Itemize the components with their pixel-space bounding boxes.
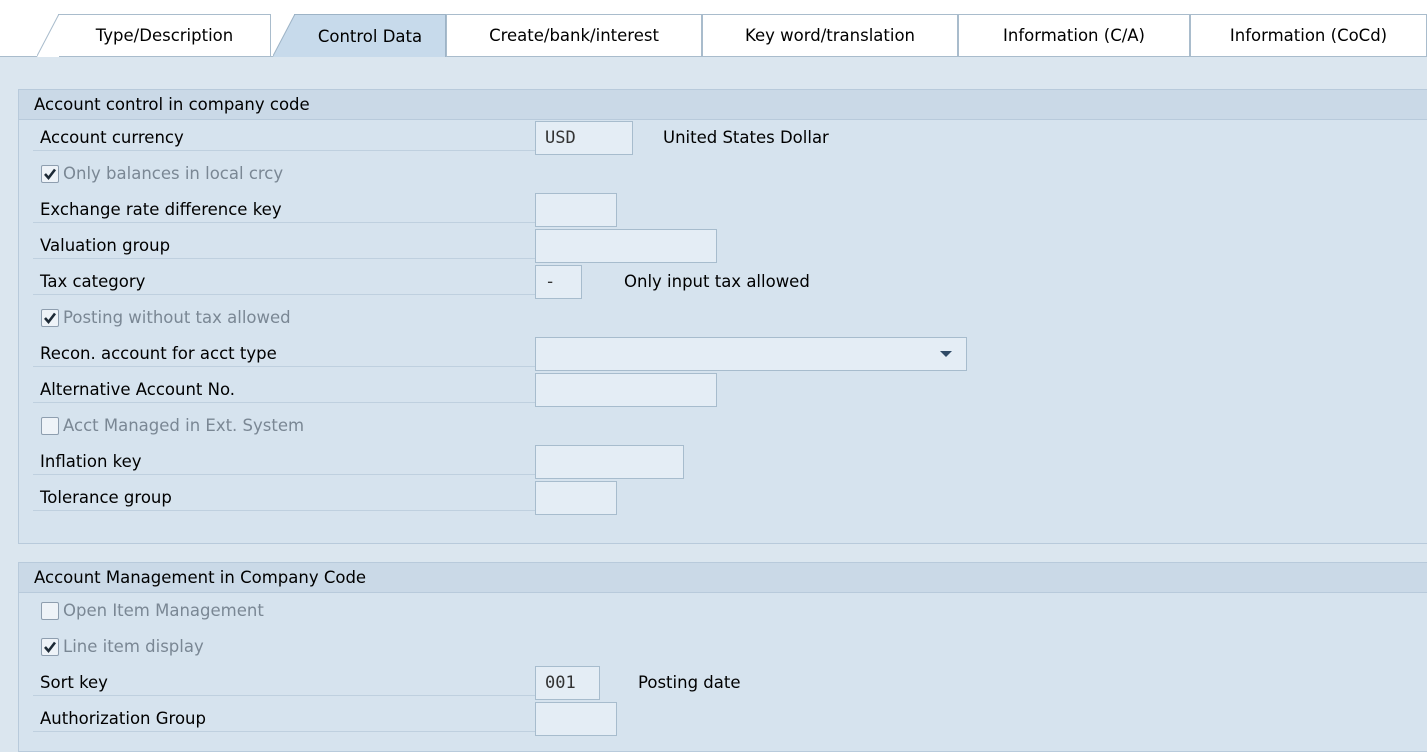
tab-control-data[interactable]: Control Data <box>273 14 446 57</box>
tab-slant <box>37 14 59 57</box>
alternative-account-label: Alternative Account No. <box>33 377 535 403</box>
sort-key-field[interactable]: 001 <box>535 666 600 700</box>
tab-information-cocd[interactable]: Information (CoCd) <box>1190 14 1427 56</box>
section-title: Account Management in Company Code <box>19 563 1427 593</box>
tax-category-field[interactable]: - <box>535 265 582 299</box>
exchange-rate-key-row: Exchange rate difference key <box>33 192 1427 228</box>
open-item-mgmt-label: Open Item Management <box>63 601 264 620</box>
account-currency-label: Account currency <box>33 125 535 151</box>
checkmark-icon <box>44 312 57 325</box>
checkmark-icon <box>44 641 57 654</box>
tab-label: Create/bank/interest <box>489 26 659 45</box>
section-title: Account control in company code <box>19 90 1427 120</box>
recon-account-row: Recon. account for acct type <box>33 336 1427 372</box>
inflation-key-label: Inflation key <box>33 449 535 475</box>
exchange-rate-key-field[interactable] <box>535 193 617 227</box>
account-control-frame: Account control in company code Account … <box>18 89 1427 544</box>
valuation-group-row: Valuation group <box>33 228 1427 264</box>
account-currency-description: United States Dollar <box>663 128 829 147</box>
tab-label: Information (C/A) <box>1003 26 1145 45</box>
sort-key-row: Sort key 001 Posting date <box>33 665 1427 701</box>
line-item-display-label: Line item display <box>63 637 204 656</box>
dropdown-arrow-icon[interactable] <box>940 351 952 357</box>
tab-label: Type/Description <box>95 26 234 45</box>
tab-label: Control Data <box>317 26 423 46</box>
tab-strip: Type/Description Control Data Create/ban… <box>0 0 1427 57</box>
recon-account-dropdown[interactable] <box>535 337 967 371</box>
alternative-account-field[interactable] <box>535 373 717 407</box>
tolerance-group-row: Tolerance group <box>33 480 1427 516</box>
account-currency-field[interactable]: USD <box>535 121 633 155</box>
only-balances-label: Only balances in local crcy <box>63 164 284 183</box>
acct-managed-ext-row: Acct Managed in Ext. System <box>33 408 1427 444</box>
only-balances-checkbox[interactable] <box>41 165 59 183</box>
line-item-display-checkbox[interactable] <box>41 638 59 656</box>
line-item-display-row: Line item display <box>33 629 1427 665</box>
exchange-rate-key-label: Exchange rate difference key <box>33 197 535 223</box>
posting-without-tax-label: Posting without tax allowed <box>63 308 291 327</box>
posting-without-tax-row: Posting without tax allowed <box>33 300 1427 336</box>
tax-category-description: Only input tax allowed <box>624 272 810 291</box>
tax-category-label: Tax category <box>33 269 535 295</box>
inflation-key-row: Inflation key <box>33 444 1427 480</box>
acct-managed-ext-label: Acct Managed in Ext. System <box>63 416 305 435</box>
tab-key-word-translation[interactable]: Key word/translation <box>702 14 958 56</box>
tab-label: Key word/translation <box>745 26 915 45</box>
posting-without-tax-checkbox[interactable] <box>41 309 59 327</box>
tolerance-group-field[interactable] <box>535 481 617 515</box>
authorization-group-label: Authorization Group <box>33 706 535 732</box>
recon-account-label: Recon. account for acct type <box>33 341 535 367</box>
account-management-frame: Account Management in Company Code Open … <box>18 562 1427 752</box>
tab-slant <box>273 14 295 57</box>
tab-create-bank-interest[interactable]: Create/bank/interest <box>446 14 702 56</box>
sort-key-description: Posting date <box>638 673 741 692</box>
valuation-group-field[interactable] <box>535 229 717 263</box>
authorization-group-field[interactable] <box>535 702 617 736</box>
acct-managed-ext-checkbox[interactable] <box>41 417 59 435</box>
tab-information-ca[interactable]: Information (C/A) <box>958 14 1190 56</box>
tab-content: Account control in company code Account … <box>0 57 1427 752</box>
open-item-mgmt-checkbox[interactable] <box>41 602 59 620</box>
tax-category-row: Tax category - Only input tax allowed <box>33 264 1427 300</box>
tab-type-description[interactable]: Type/Description <box>37 14 271 57</box>
sort-key-label: Sort key <box>33 670 535 696</box>
only-balances-row: Only balances in local crcy <box>33 156 1427 192</box>
checkmark-icon <box>44 168 57 181</box>
alternative-account-row: Alternative Account No. <box>33 372 1427 408</box>
open-item-mgmt-row: Open Item Management <box>33 593 1427 629</box>
valuation-group-label: Valuation group <box>33 233 535 259</box>
account-currency-row: Account currency USD United States Dolla… <box>33 120 1427 156</box>
inflation-key-field[interactable] <box>535 445 684 479</box>
tab-label: Information (CoCd) <box>1229 26 1388 45</box>
tolerance-group-label: Tolerance group <box>33 485 535 511</box>
authorization-group-row: Authorization Group <box>33 701 1427 737</box>
